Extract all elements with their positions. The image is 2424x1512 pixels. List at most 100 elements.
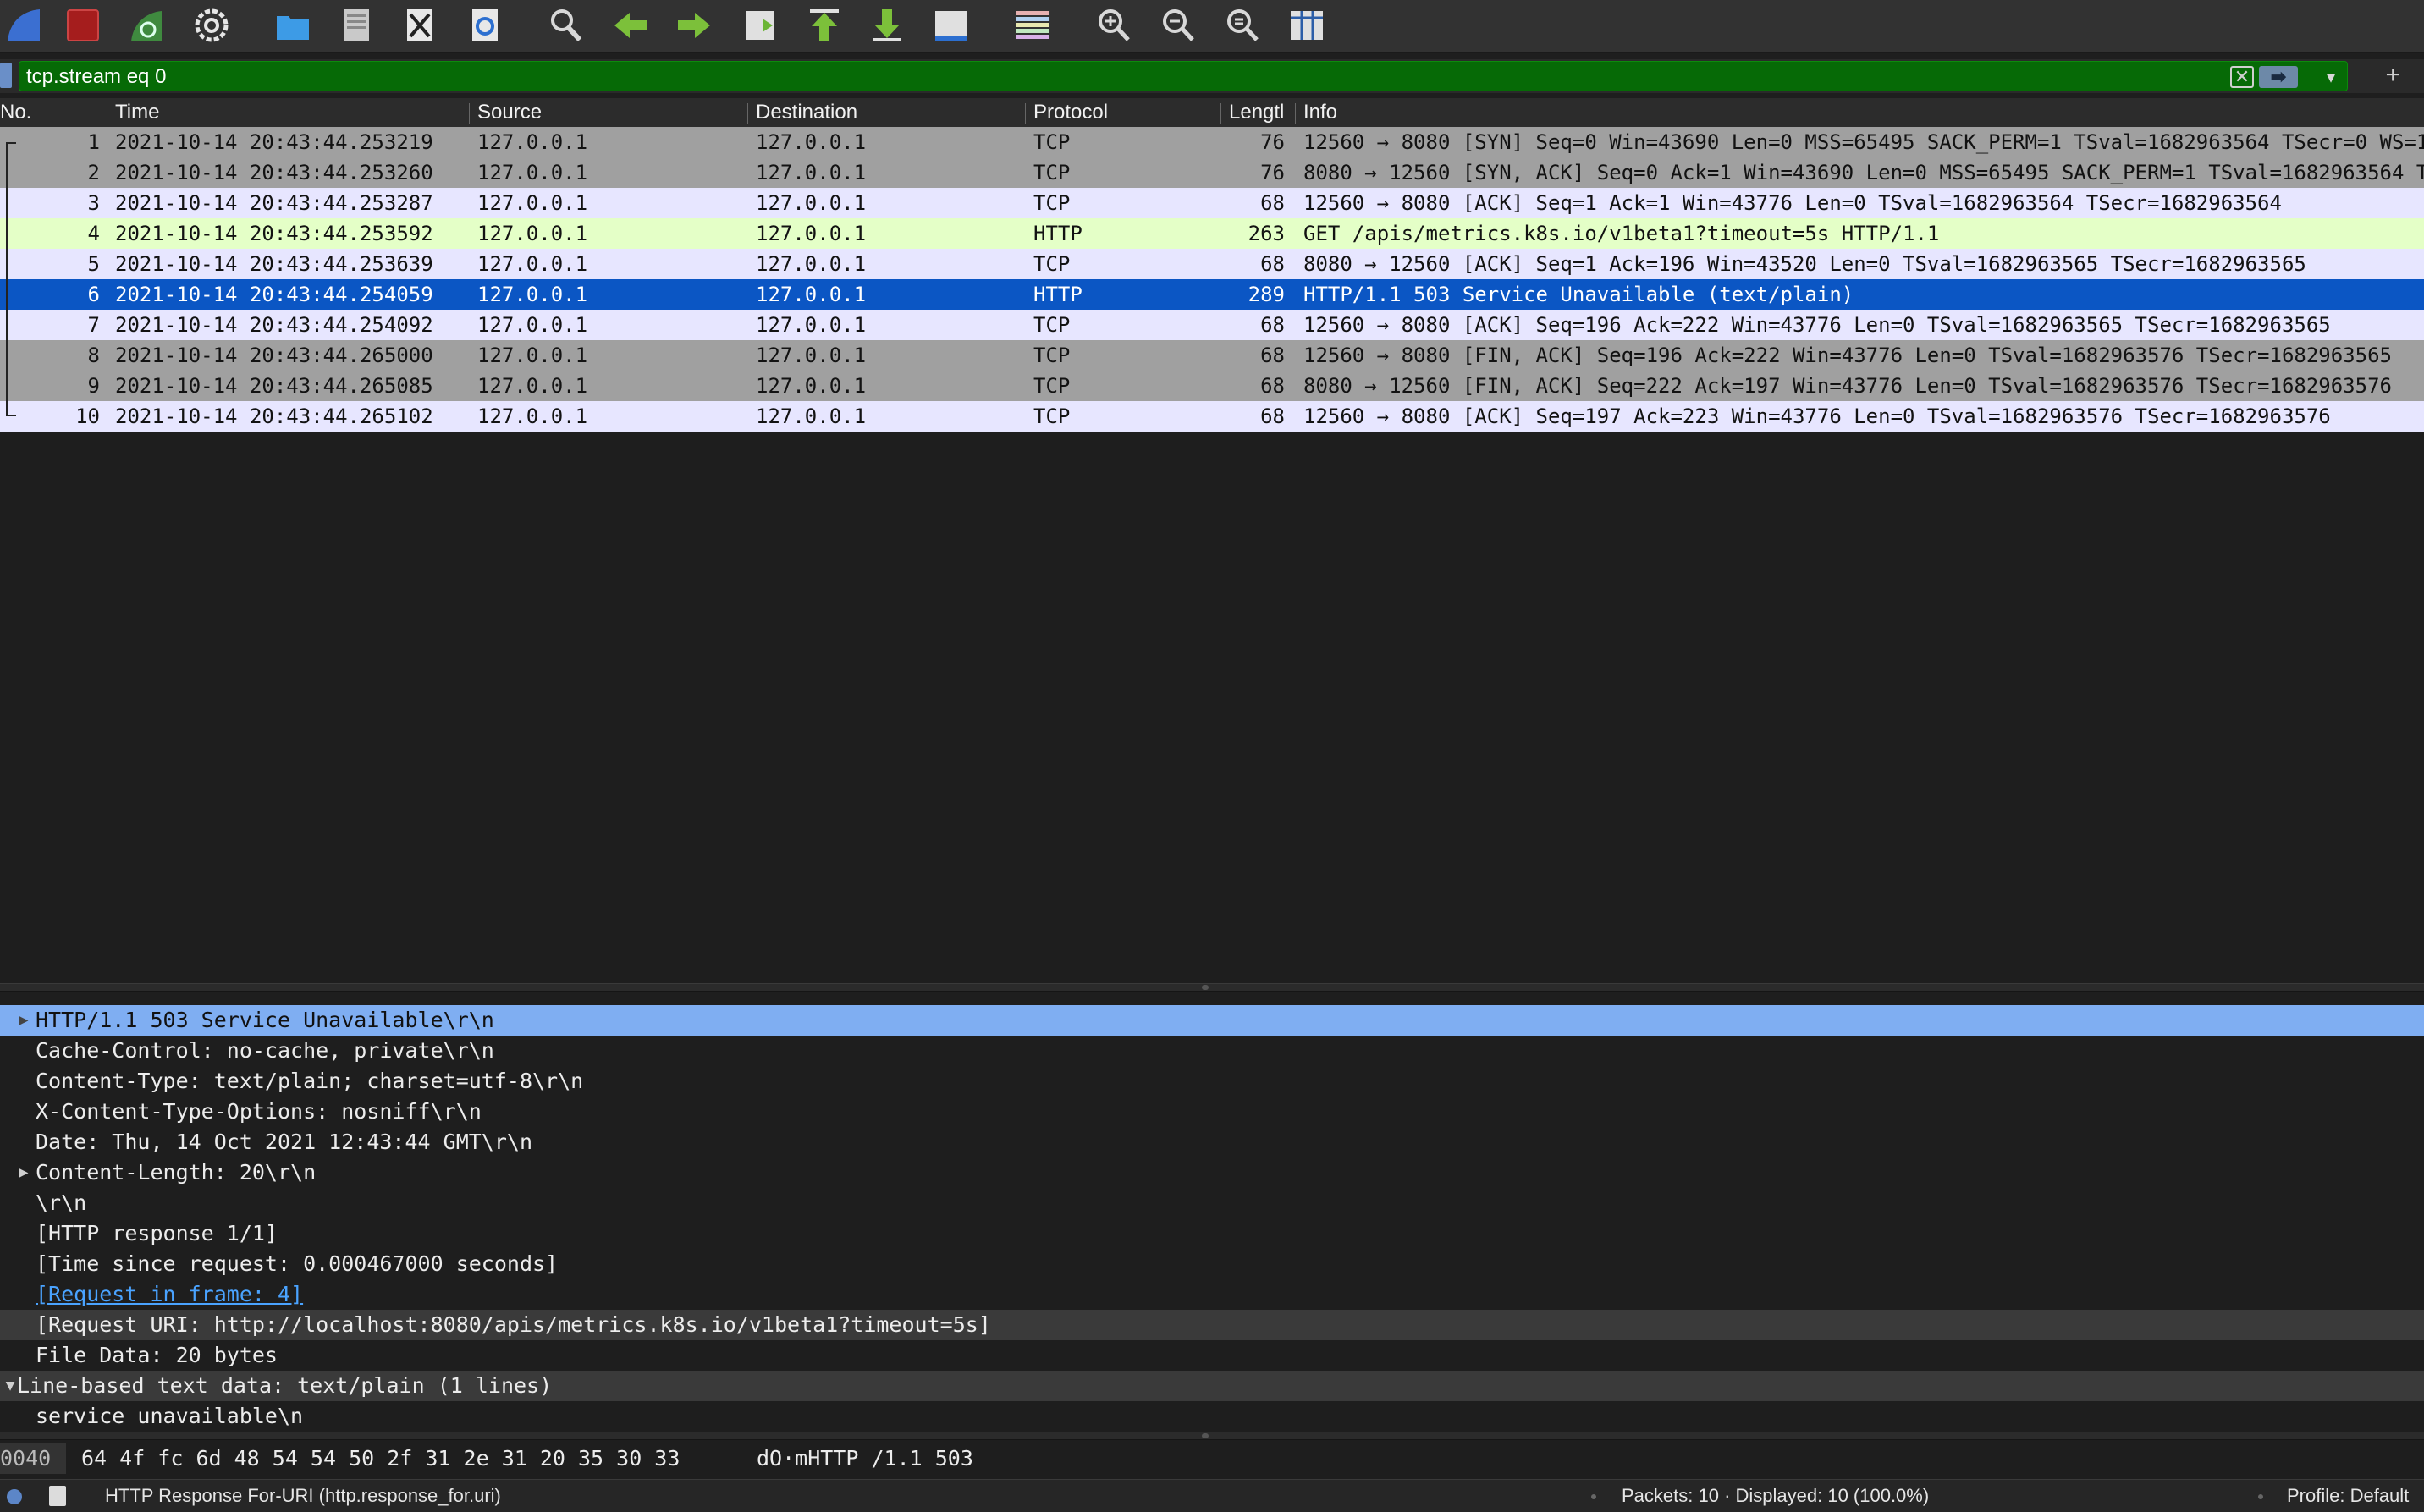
status-separator [1591, 1494, 1596, 1499]
first-packet-icon[interactable] [801, 2, 848, 49]
main-toolbar [0, 0, 2424, 53]
zoom-out-icon[interactable] [1154, 2, 1202, 49]
bytes-hex[interactable]: 64 4f fc 6d 48 54 54 50 2f 31 2e 31 20 3… [81, 1443, 680, 1474]
add-filter-button-icon[interactable]: + [2385, 63, 2400, 88]
detail-tree-row[interactable]: [Request in frame: 4] [0, 1279, 2424, 1310]
packet-time: 2021-10-14 20:43:44.265085 [115, 374, 433, 398]
packet-info: GET /apis/metrics.k8s.io/v1beta1?timeout… [1303, 222, 1940, 245]
resize-columns-icon[interactable] [1283, 2, 1330, 49]
go-forward-icon[interactable] [670, 2, 718, 49]
detail-tree-text: File Data: 20 bytes [36, 1343, 278, 1367]
apply-filter-icon[interactable]: ➡ [2259, 66, 2298, 88]
clear-filter-icon[interactable]: ✕ [2230, 66, 2254, 88]
conversation-bracket-end [6, 415, 16, 416]
packet-row-selected[interactable]: 6 2021-10-14 20:43:44.254059 127.0.0.1 1… [0, 279, 2424, 310]
detail-tree-row[interactable]: [Request URI: http://localhost:8080/apis… [0, 1310, 2424, 1340]
expert-info-icon[interactable] [7, 1489, 22, 1504]
go-to-packet-icon[interactable] [736, 2, 784, 49]
packet-protocol: TCP [1033, 404, 1071, 428]
pane-splitter-bottom[interactable] [0, 1432, 2424, 1440]
detail-tree-row[interactable]: [HTTP response 1/1] [0, 1218, 2424, 1249]
detail-tree-row[interactable]: \r\n [0, 1188, 2424, 1218]
last-packet-icon[interactable] [863, 2, 911, 49]
capture-comment-icon[interactable] [49, 1486, 66, 1506]
detail-tree-row[interactable]: File Data: 20 bytes [0, 1340, 2424, 1371]
filter-bookmark-icon[interactable] [0, 63, 12, 88]
filter-history-dropdown-icon[interactable]: ▾ [2327, 67, 2335, 88]
column-header-source[interactable]: Source [477, 100, 740, 125]
colorize-icon[interactable] [1009, 2, 1056, 49]
detail-tree-row[interactable]: ▼ Line-based text data: text/plain (1 lin… [0, 1371, 2424, 1401]
restart-capture-icon[interactable] [122, 2, 169, 49]
packet-length: 68 [1260, 404, 1285, 428]
packet-length: 289 [1248, 283, 1285, 306]
detail-tree-text: Date: Thu, 14 Oct 2021 12:43:44 GMT\r\n [36, 1130, 532, 1154]
column-header-destination[interactable]: Destination [756, 100, 1018, 125]
detail-tree-row[interactable]: X-Content-Type-Options: nosniff\r\n [0, 1097, 2424, 1127]
display-filter-input[interactable]: tcp.stream eq 0 ✕ ➡ ▾ [19, 61, 2348, 91]
close-file-icon[interactable] [396, 2, 443, 49]
zoom-in-icon[interactable] [1090, 2, 1138, 49]
packet-row[interactable]: 4 2021-10-14 20:43:44.253592 127.0.0.1 1… [0, 218, 2424, 249]
column-header-info[interactable]: Info [1303, 100, 1981, 125]
bytes-ascii[interactable]: dO·mHTTP /1.1 503 [757, 1443, 973, 1474]
go-back-icon[interactable] [607, 2, 654, 49]
column-header-no[interactable]: No. [0, 100, 102, 125]
packet-row[interactable]: 9 2021-10-14 20:43:44.265085 127.0.0.1 1… [0, 371, 2424, 401]
packet-source: 127.0.0.1 [477, 313, 588, 337]
packet-row[interactable]: 5 2021-10-14 20:43:44.253639 127.0.0.1 1… [0, 249, 2424, 279]
packet-protocol: HTTP [1033, 222, 1083, 245]
packet-info: 12560 → 8080 [ACK] Seq=197 Ack=223 Win=4… [1303, 404, 2331, 428]
packet-row[interactable]: 10 2021-10-14 20:43:44.265102 127.0.0.1 … [0, 401, 2424, 432]
expand-arrow-icon[interactable]: ▶ [14, 1005, 34, 1036]
column-header-time[interactable]: Time [115, 100, 462, 125]
detail-tree-row[interactable]: service unavailable\n [0, 1401, 2424, 1432]
detail-tree-row[interactable]: ▶ Content-Length: 20\r\n [0, 1157, 2424, 1188]
stop-capture-icon[interactable] [59, 2, 107, 49]
packet-protocol: HTTP [1033, 283, 1083, 306]
pane-splitter-top[interactable] [0, 983, 2424, 992]
autoscroll-icon[interactable] [928, 2, 975, 49]
packet-time: 2021-10-14 20:43:44.253639 [115, 252, 433, 276]
status-profile[interactable]: Profile: Default [2287, 1480, 2409, 1512]
packet-length: 76 [1260, 161, 1285, 184]
packet-row[interactable]: 8 2021-10-14 20:43:44.265000 127.0.0.1 1… [0, 340, 2424, 371]
detail-tree-row[interactable]: Cache-Control: no-cache, private\r\n [0, 1036, 2424, 1066]
packet-time: 2021-10-14 20:43:44.254059 [115, 283, 433, 306]
packet-row[interactable]: 7 2021-10-14 20:43:44.254092 127.0.0.1 1… [0, 310, 2424, 340]
find-packet-icon[interactable] [542, 2, 589, 49]
detail-tree-text: service unavailable\n [36, 1404, 304, 1428]
packet-info: 8080 → 12560 [ACK] Seq=1 Ack=196 Win=435… [1303, 252, 2306, 276]
detail-tree-row[interactable]: Content-Type: text/plain; charset=utf-8\… [0, 1066, 2424, 1097]
detail-tree-text: Content-Type: text/plain; charset=utf-8\… [36, 1069, 584, 1093]
packet-length: 263 [1248, 222, 1285, 245]
packet-protocol: TCP [1033, 130, 1071, 154]
detail-tree-row[interactable]: Date: Thu, 14 Oct 2021 12:43:44 GMT\r\n [0, 1127, 2424, 1157]
detail-tree-row[interactable]: ▶ HTTP/1.1 503 Service Unavailable\r\n [0, 1005, 2424, 1036]
column-header-length[interactable]: Lengtl [1229, 100, 1293, 125]
expand-arrow-icon[interactable]: ▶ [14, 1157, 34, 1188]
detail-tree-text: Cache-Control: no-cache, private\r\n [36, 1038, 494, 1063]
status-packet-count: Packets: 10 · Displayed: 10 (100.0%) [1622, 1485, 1930, 1506]
packet-list: 1 2021-10-14 20:43:44.253219 127.0.0.1 1… [0, 127, 2424, 432]
packet-source: 127.0.0.1 [477, 191, 588, 215]
column-header-protocol[interactable]: Protocol [1033, 100, 1211, 125]
reload-file-icon[interactable] [461, 2, 509, 49]
start-capture-icon[interactable] [0, 2, 47, 49]
packet-number: 8 [87, 344, 100, 367]
detail-tree-row[interactable]: [Time since request: 0.000467000 seconds… [0, 1249, 2424, 1279]
packet-info: 12560 → 8080 [ACK] Seq=196 Ack=222 Win=4… [1303, 313, 2331, 337]
normal-size-icon[interactable] [1219, 2, 1266, 49]
capture-options-icon[interactable] [188, 2, 235, 49]
save-file-icon[interactable] [333, 2, 380, 49]
packet-row[interactable]: 2 2021-10-14 20:43:44.253260 127.0.0.1 1… [0, 157, 2424, 188]
request-frame-link[interactable]: [Request in frame: 4] [36, 1279, 303, 1310]
packet-row[interactable]: 1 2021-10-14 20:43:44.253219 127.0.0.1 1… [0, 127, 2424, 157]
status-field-description: HTTP Response For-URI (http.response_for… [105, 1485, 501, 1506]
packet-source: 127.0.0.1 [477, 374, 588, 398]
packet-number: 3 [87, 191, 100, 215]
display-filter-value[interactable]: tcp.stream eq 0 [26, 65, 166, 89]
packet-length: 68 [1260, 344, 1285, 367]
packet-row[interactable]: 3 2021-10-14 20:43:44.253287 127.0.0.1 1… [0, 188, 2424, 218]
open-file-icon[interactable] [269, 2, 317, 49]
